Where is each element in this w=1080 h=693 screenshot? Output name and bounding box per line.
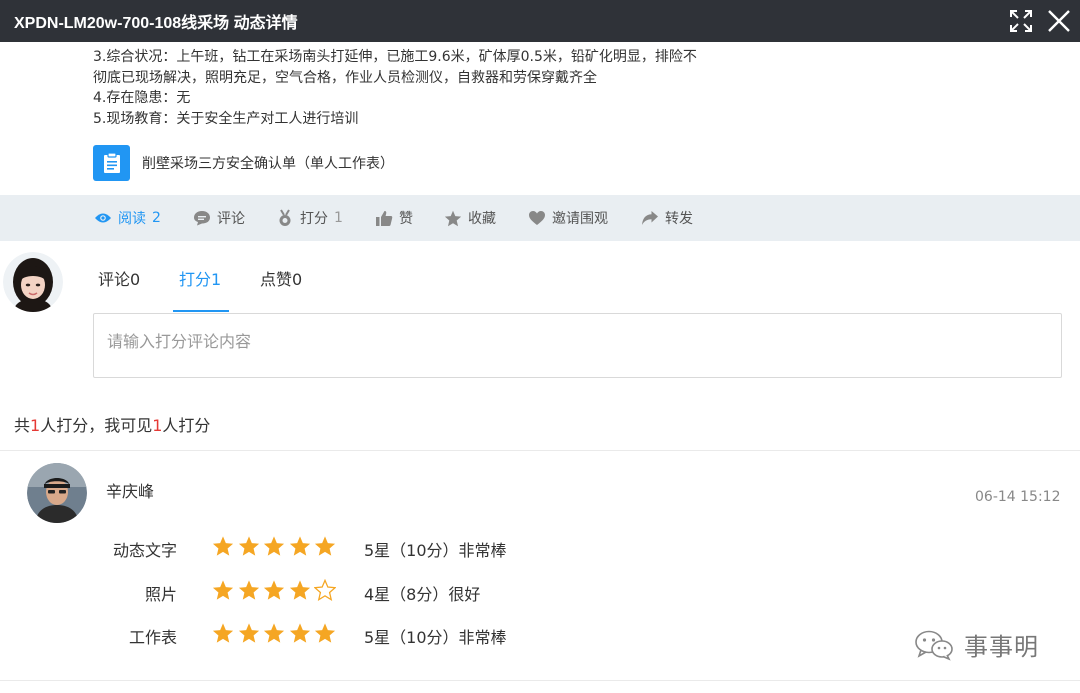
star-rating [212,535,340,557]
share-icon [642,211,658,225]
forward-label: 转发 [665,211,693,227]
star-filled-icon [238,536,259,556]
star-filled-icon [289,580,310,600]
summary-middle: 人打分，我可见 [40,416,153,435]
total-raters-count: 1 [30,416,41,435]
rating-timestamp: 06-14 15:12 [975,489,1061,505]
attachment-name: 削壁采场三方安全确认单（单人工作表） [142,156,394,172]
star-rating [212,622,340,644]
star-filled-icon [263,623,285,643]
star-empty-icon [314,579,336,601]
rater-name: 辛庆峰 [106,482,155,501]
tab-comments[interactable]: 评论0 [98,266,140,290]
watermark-text: 事事明 [964,633,1039,661]
visible-raters-count: 1 [152,416,163,435]
star-filled-icon [238,623,259,643]
heart-icon [529,211,545,225]
star-filled-icon [212,536,234,556]
star-filled-icon [212,623,234,643]
divider [0,680,1080,681]
rater-avatar[interactable] [27,463,87,523]
close-icon[interactable] [1046,8,1072,34]
rating-criterion: 工作表 [128,628,177,647]
star-filled-icon [289,623,310,643]
rating-result: 5星（10分）非常棒 [364,541,507,560]
comment-label: 评论 [217,211,245,227]
rate-count: 1 [334,210,343,226]
rating-criterion: 照片 [144,585,177,604]
rating-row: 工作表 5星（10分）非常棒 [0,620,700,650]
post-line: 5.现场教育：关于安全生产对工人进行培训 [93,110,359,127]
clipboard-icon [93,145,130,181]
invite-action[interactable]: 邀请围观 [528,195,608,241]
comment-action[interactable]: 评论 [193,195,245,241]
active-tab-indicator [173,310,229,312]
post-content: 3.综合状况：上午班，钻工在采场南头打延伸，已施工9.6米，矿体厚0.5米，铅矿… [93,47,733,129]
attachment-link[interactable]: 削壁采场三方安全确认单（单人工作表） [93,145,394,181]
action-bar: 阅读 2 评论 打分 1 赞 收藏 邀请围观 转发 [0,195,1080,241]
rating-result: 5星（10分）非常棒 [364,628,507,647]
thumbs-up-icon [376,210,393,226]
star-filled-icon [314,536,336,556]
post-line: 4.存在隐患：无 [93,90,191,106]
like-label: 赞 [399,211,413,227]
read-action[interactable]: 阅读 2 [94,195,161,241]
wechat-icon [915,630,953,661]
fullscreen-icon[interactable] [1008,8,1034,34]
forward-action[interactable]: 转发 [641,195,693,241]
invite-label: 邀请围观 [552,211,608,227]
star-filled-icon [238,580,259,600]
watermark: 事事明 [914,627,1039,662]
rating-result: 4星（8分）很好 [364,585,481,604]
star-filled-icon [289,536,310,556]
rating-criterion: 动态文字 [112,541,177,560]
read-label: 阅读 [118,211,146,227]
rating-row: 动态文字 5星（10分）非常棒 [0,533,700,563]
rating-row: 照片 4星（8分）很好 [0,577,700,607]
divider [0,450,1080,451]
rate-label: 打分 [300,211,328,227]
title-bar: XPDN-LM20w-700-108线采场 动态详情 [0,0,1080,42]
rate-action[interactable]: 打分 1 [276,195,343,241]
comment-icon [194,211,210,226]
favorite-action[interactable]: 收藏 [444,195,496,241]
rating-summary: 共1人打分，我可见1人打分 [14,412,210,436]
tab-ratings[interactable]: 打分1 [179,266,221,290]
summary-suffix: 人打分 [162,416,211,435]
eye-icon [95,213,111,223]
star-filled-icon [263,580,285,600]
post-line: 彻底已现场解决，照明充足，空气合格，作业人员检测仪，自救器和劳保穿戴齐全 [93,69,597,86]
rating-comment-input[interactable] [93,313,1062,378]
tab-likes[interactable]: 点赞0 [260,266,302,290]
window-title: XPDN-LM20w-700-108线采场 动态详情 [14,15,298,32]
medal-icon [279,209,291,226]
avatar [3,252,63,312]
star-filled-icon [263,536,285,556]
favorite-label: 收藏 [468,211,496,227]
star-filled-icon [314,623,336,643]
like-action[interactable]: 赞 [375,195,413,241]
read-count: 2 [152,210,161,226]
star-rating [212,579,340,601]
summary-prefix: 共 [14,416,31,435]
star-filled-icon [212,580,234,600]
post-line: 3.综合状况：上午班，钻工在采场南头打延伸，已施工9.6米，矿体厚0.5米，铅矿… [93,49,697,65]
star-icon [444,210,462,226]
